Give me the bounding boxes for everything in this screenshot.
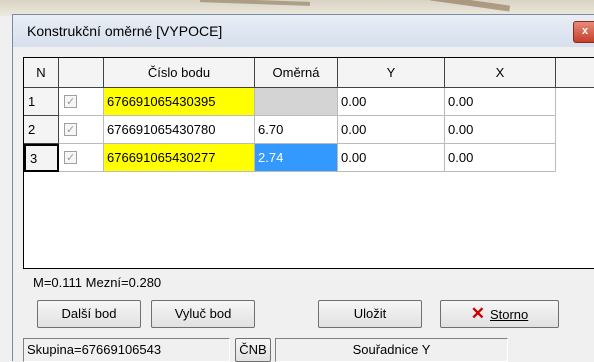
column-header-omerna[interactable]: Oměrná [255, 58, 338, 88]
column-header-y[interactable]: Y [338, 58, 445, 88]
points-grid[interactable]: N Číslo bodu Oměrná Y X 1 67669106543039… [23, 57, 594, 269]
window-title: Konstrukční oměrné [VYPOCE] [27, 23, 223, 39]
cancel-x-icon: ✕ [470, 304, 485, 323]
souradnice-field: Souřadnice Y [275, 338, 508, 362]
cislo-bodu-cell[interactable]: 676691065430780 [104, 116, 255, 144]
cnb-button[interactable]: ČNB [235, 338, 271, 362]
vyluc-bod-button[interactable]: Vyluč bod [151, 300, 255, 328]
skupina-field: Skupina=67669106543 [23, 338, 230, 362]
row-checkbox-cell[interactable] [59, 144, 104, 172]
row-header[interactable]: 3 [24, 144, 59, 172]
dalsi-bod-button[interactable]: Další bod [37, 300, 141, 328]
storno-label: Storno [489, 307, 529, 322]
row-checkbox-cell[interactable] [59, 116, 104, 144]
y-cell[interactable]: 0.00 [338, 116, 445, 144]
x-cell[interactable]: 0.00 [445, 88, 556, 116]
column-header-cislo-bodu[interactable]: Číslo bodu [104, 58, 255, 88]
title-bar[interactable]: Konstrukční oměrné [VYPOCE] x [13, 15, 594, 47]
storno-button[interactable]: ✕ Storno [440, 300, 559, 328]
background-streak [199, 0, 311, 6]
ulozit-button[interactable]: Uložit [318, 300, 422, 328]
omerna-cell[interactable] [255, 88, 338, 116]
column-header-x[interactable]: X [445, 58, 556, 88]
column-header-check[interactable] [59, 58, 104, 88]
background-streak [429, 0, 511, 12]
y-cell[interactable]: 0.00 [338, 144, 445, 172]
y-cell[interactable]: 0.00 [338, 88, 445, 116]
row-header[interactable]: 1 [24, 88, 59, 116]
omerna-cell[interactable]: 6.70 [255, 116, 338, 144]
close-button[interactable]: x [573, 21, 594, 43]
cislo-bodu-cell[interactable]: 676691065430395 [104, 88, 255, 116]
dialog-window: Konstrukční oměrné [VYPOCE] x N Číslo bo… [12, 14, 594, 362]
row-header[interactable]: 2 [24, 116, 59, 144]
cislo-bodu-cell[interactable]: 676691065430277 [104, 144, 255, 172]
x-cell[interactable]: 0.00 [445, 144, 556, 172]
column-header-filler [556, 58, 594, 88]
statistics-label: M=0.111 Mezní=0.280 [33, 275, 162, 290]
column-header-n[interactable]: N [24, 58, 59, 88]
checkbox-icon[interactable] [64, 144, 77, 171]
omerna-cell-selected[interactable]: 2.74 [255, 144, 338, 172]
close-icon: x [581, 25, 589, 37]
row-checkbox-cell[interactable] [59, 88, 104, 116]
x-cell[interactable]: 0.00 [445, 116, 556, 144]
checkbox-icon[interactable] [64, 88, 77, 115]
checkbox-icon[interactable] [64, 116, 77, 143]
